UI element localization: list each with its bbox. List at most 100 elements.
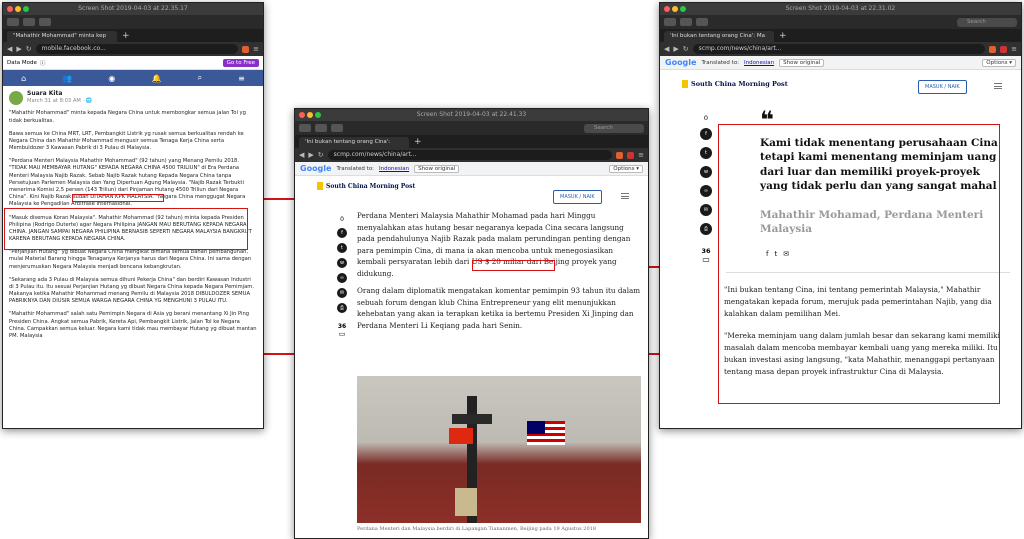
- facebook-icon[interactable]: f: [337, 228, 347, 238]
- address-bar[interactable]: mobile.facebook.co...: [35, 44, 239, 54]
- highlight-box: [72, 194, 164, 202]
- language-select[interactable]: Indonesian: [744, 60, 774, 66]
- forward-icon[interactable]: ▶: [673, 45, 678, 53]
- zoom-out-icon[interactable]: [23, 18, 35, 26]
- menu-icon[interactable]: ≡: [238, 74, 245, 83]
- post-paragraph: "Sekarang ada 3 Pulau di Malaysia semua …: [9, 276, 255, 305]
- photo-caption: Perdana Menteri dan Malaysia berdiri di …: [357, 526, 596, 532]
- print-icon[interactable]: ⎙: [337, 303, 347, 313]
- article-paragraph: Orang dalam diplomatik mengatakan koment…: [357, 286, 641, 330]
- login-button[interactable]: MASUK / NAIK: [918, 80, 967, 94]
- tab-scmp[interactable]: 'Ini bukan tentang orang Cina': Ma: [664, 31, 774, 42]
- menu-icon[interactable]: ≡: [638, 151, 644, 159]
- new-tab-button[interactable]: +: [779, 31, 787, 42]
- reload-icon[interactable]: ↻: [683, 45, 689, 53]
- avatar[interactable]: [9, 90, 23, 105]
- extension-icon[interactable]: [627, 151, 635, 159]
- options-button[interactable]: Options ▾: [609, 164, 643, 173]
- zoom-in-icon[interactable]: [39, 18, 51, 26]
- article-photo[interactable]: [357, 376, 641, 523]
- logo-mark: [317, 182, 323, 190]
- zoom-in-icon[interactable]: [696, 18, 708, 26]
- flag-canton: [527, 421, 545, 434]
- bell-icon[interactable]: 🔔: [151, 74, 161, 83]
- zoom-out-icon[interactable]: [680, 18, 692, 26]
- search-input[interactable]: Search: [957, 17, 1017, 27]
- post-paragraph: "Mahathir Mohammad" salah satu Pemimpin …: [9, 311, 257, 339]
- twitter-icon[interactable]: t: [700, 147, 712, 159]
- article-body: Perdana Menteri Malaysia Mahathir Mohama…: [357, 210, 641, 337]
- brave-icon[interactable]: [616, 151, 624, 159]
- menu-icon[interactable]: [621, 193, 629, 199]
- extension-icon[interactable]: [1000, 45, 1008, 53]
- whatsapp-icon[interactable]: w: [700, 166, 712, 178]
- show-original-button[interactable]: Show original: [779, 58, 825, 67]
- nav-bar: ◀ ▶ ↻ scmp.com/news/china/art... ≡: [660, 42, 1021, 56]
- new-tab-button[interactable]: +: [122, 31, 130, 42]
- link-icon[interactable]: ∞: [337, 273, 347, 283]
- email-icon[interactable]: ✉: [700, 204, 712, 216]
- comment-icon[interactable]: ▭: [335, 330, 349, 338]
- address-bar[interactable]: scmp.com/news/china/art...: [327, 150, 613, 160]
- scmp-logo[interactable]: South China Morning Post: [317, 182, 415, 190]
- home-icon[interactable]: ⌂: [21, 74, 26, 83]
- comment-icon[interactable]: ▭: [698, 255, 714, 264]
- flag-china: [449, 428, 473, 444]
- scmp-logo[interactable]: South China Morning Post: [682, 80, 788, 88]
- sidebar-icon[interactable]: [299, 124, 311, 132]
- sidebar-icon[interactable]: [664, 18, 676, 26]
- search-icon[interactable]: ⌕: [198, 73, 202, 83]
- tab-facebook[interactable]: "Mahathir Mohammad" minta kep: [7, 31, 117, 42]
- facebook-icon[interactable]: f: [700, 128, 712, 140]
- login-button[interactable]: MASUK / NAIK: [553, 190, 602, 204]
- translate-bar: Google Translated to: Indonesian Show origi…: [295, 162, 648, 176]
- link-icon[interactable]: ∞: [700, 185, 712, 197]
- help-icon[interactable]: ⓘ: [40, 59, 46, 67]
- banner-text: [497, 494, 617, 504]
- share-rail: 0 f t w ∞ ✉ ⎙ 36 ▭: [698, 114, 714, 264]
- go-free-button[interactable]: Go to Free: [222, 58, 259, 67]
- whatsapp-icon[interactable]: w: [337, 258, 347, 268]
- reload-icon[interactable]: ↻: [26, 45, 32, 53]
- search-input[interactable]: Search: [584, 123, 644, 133]
- toolbar: Search: [295, 121, 648, 135]
- menu-icon[interactable]: ≡: [253, 45, 259, 53]
- language-select[interactable]: Indonesian: [379, 166, 409, 172]
- options-button[interactable]: Options ▾: [982, 58, 1016, 67]
- post-paragraph: "Mahathir Mohammad" minta kepada Negara …: [9, 110, 246, 124]
- nav-bar: ◀ ▶ ↻ scmp.com/news/china/art... ≡: [295, 148, 648, 162]
- menu-icon[interactable]: [994, 83, 1002, 89]
- google-logo: Google: [300, 164, 332, 173]
- show-original-button[interactable]: Show original: [414, 164, 460, 173]
- brave-icon[interactable]: [242, 45, 250, 53]
- twitter-icon[interactable]: t: [337, 243, 347, 253]
- print-icon[interactable]: ⎙: [700, 223, 712, 235]
- share-count: 0: [703, 114, 709, 122]
- back-icon[interactable]: ◀: [664, 45, 669, 53]
- menu-icon[interactable]: ≡: [1011, 45, 1017, 53]
- tab-strip: 'Ini bukan tentang orang Cina': +: [295, 135, 648, 148]
- brave-icon[interactable]: [989, 45, 997, 53]
- reload-icon[interactable]: ↻: [318, 151, 324, 159]
- tab-scmp[interactable]: 'Ini bukan tentang orang Cina':: [299, 137, 409, 148]
- back-icon[interactable]: ◀: [299, 151, 304, 159]
- messenger-icon[interactable]: ◉: [108, 74, 115, 83]
- address-bar[interactable]: scmp.com/news/china/art...: [692, 44, 986, 54]
- comment-count[interactable]: 36: [335, 323, 349, 330]
- window-scmp-middle: Screen Shot 2019-04-03 at 22.41.33 Searc…: [294, 108, 649, 539]
- title-bar: Screen Shot 2019-04-03 at 22.35.17: [3, 3, 263, 15]
- post-date: March 31 at 8:03 AM · 🌐: [27, 98, 93, 105]
- toolbar: [3, 15, 263, 29]
- comment-count[interactable]: 36: [698, 247, 714, 255]
- sidebar-icon[interactable]: [7, 18, 19, 26]
- forward-icon[interactable]: ▶: [308, 151, 313, 159]
- new-tab-button[interactable]: +: [414, 137, 422, 148]
- zoom-out-icon[interactable]: [315, 124, 327, 132]
- flag-malaysia: [527, 421, 565, 445]
- back-icon[interactable]: ◀: [7, 45, 12, 53]
- forward-icon[interactable]: ▶: [16, 45, 21, 53]
- email-icon[interactable]: ✉: [337, 288, 347, 298]
- friends-icon[interactable]: 👥: [62, 74, 72, 83]
- toolbar: Search: [660, 15, 1021, 29]
- zoom-in-icon[interactable]: [331, 124, 343, 132]
